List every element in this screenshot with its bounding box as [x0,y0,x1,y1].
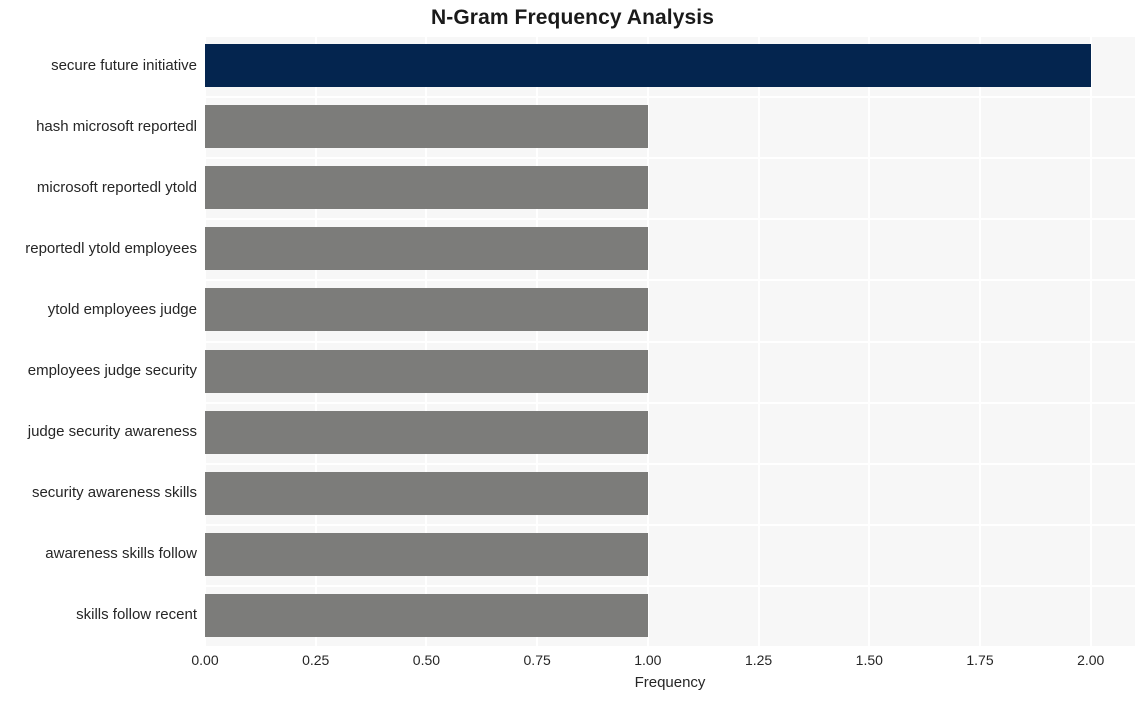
x-axis-tick-label: 0.50 [412,652,441,668]
horizontal-gridline [205,524,1135,526]
x-axis-tick-label: 0.25 [302,652,330,668]
horizontal-gridline [205,218,1135,220]
bar[interactable] [205,44,1091,87]
y-axis-tick-label: security awareness skills [31,484,197,501]
horizontal-gridline [205,279,1135,281]
bar[interactable] [205,105,648,148]
x-axis-tick-label: 0.75 [523,652,551,668]
bar[interactable] [205,411,648,454]
y-axis-tick-label: hash microsoft reportedl [36,118,197,135]
x-axis-tick-label: 1.50 [855,652,883,668]
horizontal-gridline [205,585,1135,587]
y-axis-tick-label: skills follow recent [76,606,197,623]
horizontal-gridline [205,402,1135,404]
bar[interactable] [205,166,648,209]
horizontal-gridline [205,157,1135,159]
horizontal-gridline [205,463,1135,465]
bar[interactable] [205,594,648,637]
horizontal-gridline [205,96,1135,98]
x-axis-tick-label: 1.75 [966,652,994,668]
y-axis-tick-label: ytold employees judge [47,301,197,318]
x-axis-tick-label: 1.25 [744,652,773,668]
bar[interactable] [205,472,648,515]
y-axis-tick-label: employees judge security [27,362,197,379]
y-axis-tick-label: secure future initiative [51,57,197,74]
x-axis-tick-label: 0.00 [191,652,219,668]
horizontal-gridline [205,341,1135,343]
x-axis-tick-label: 1.00 [634,652,662,668]
y-axis-tick-label: microsoft reportedl ytold [36,179,197,196]
bar[interactable] [205,350,648,393]
x-axis-label: Frequency [634,674,706,691]
bar[interactable] [205,288,648,331]
bar[interactable] [205,533,648,576]
chart-title: N-Gram Frequency Analysis [431,6,714,29]
chart-figure: N-Gram Frequency Analysis secure future … [0,0,1145,701]
plot-area [205,35,1135,646]
bar[interactable] [205,227,648,270]
y-axis-tick-label: awareness skills follow [45,545,197,562]
y-axis-tick-label: judge security awareness [27,423,197,440]
x-axis-tick-label: 2.00 [1077,652,1105,668]
y-axis-tick-label: reportedl ytold employees [25,240,197,257]
horizontal-gridline [205,35,1135,37]
